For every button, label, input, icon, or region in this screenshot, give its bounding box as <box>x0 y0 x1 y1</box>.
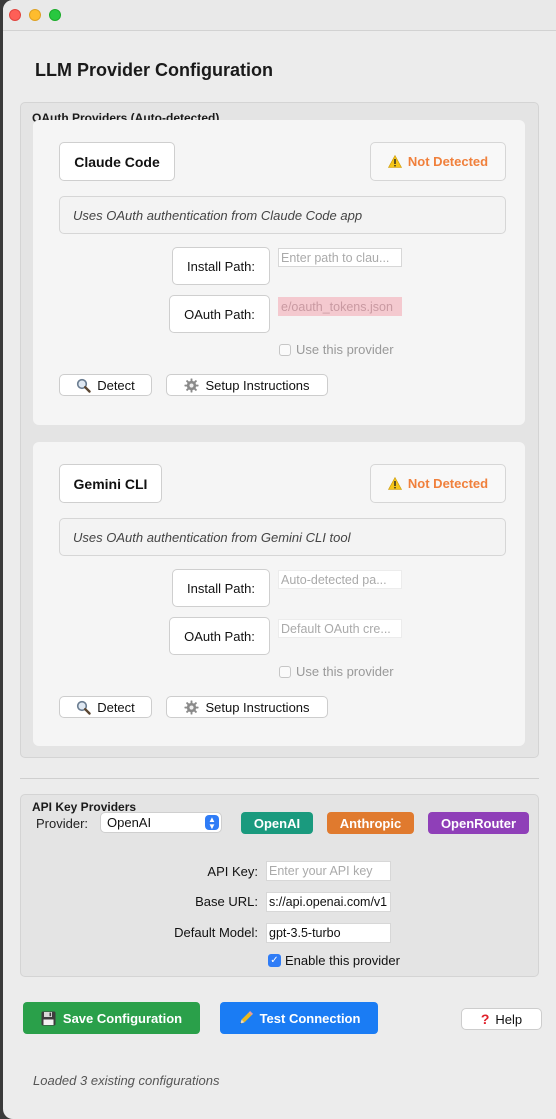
gemini-oauth-path-input[interactable]: Default OAuth cre... <box>278 619 402 638</box>
claude-name-label: Claude Code <box>59 142 175 181</box>
help-label: Help <box>495 1011 523 1027</box>
anthropic-quick-button[interactable]: Anthropic <box>327 812 414 834</box>
gear-icon <box>184 699 199 715</box>
minimize-window-button[interactable] <box>29 9 41 21</box>
test-connection-label: Test Connection <box>259 1010 361 1026</box>
enable-provider-checkbox[interactable]: ✓ <box>268 954 281 967</box>
question-mark-icon: ? <box>480 1011 490 1027</box>
save-configuration-label: Save Configuration <box>62 1010 183 1026</box>
gemini-use-provider-label: Use this provider <box>296 664 394 679</box>
gemini-status-text: Not Detected <box>407 476 489 491</box>
claude-oauth-path-label: OAuth Path: <box>169 295 270 333</box>
test-connection-button[interactable]: Test Connection <box>220 1002 378 1034</box>
claude-status-text: Not Detected <box>407 154 489 169</box>
gemini-setup-instructions-button[interactable]: Setup Instructions <box>166 696 328 718</box>
help-button[interactable]: ? Help <box>461 1008 542 1030</box>
api-key-label: API Key: <box>207 864 258 879</box>
claude-use-provider-label: Use this provider <box>296 342 394 357</box>
provider-label: Provider: <box>36 816 89 831</box>
default-model-label: Default Model: <box>174 925 258 940</box>
magnifier-icon <box>76 378 91 393</box>
claude-install-path-input[interactable]: Enter path to clau... <box>278 248 402 267</box>
gemini-install-path-input[interactable]: Auto-detected pa... <box>278 570 402 589</box>
claude-status-badge: Not Detected <box>370 142 506 181</box>
gemini-name-label: Gemini CLI <box>59 464 162 503</box>
claude-setup-label: Setup Instructions <box>205 377 310 393</box>
api-key-input[interactable]: Enter your API key <box>266 861 391 881</box>
gemini-oauth-path-label: OAuth Path: <box>169 617 270 655</box>
pencil-icon <box>238 1010 253 1026</box>
claude-detect-button[interactable]: Detect <box>59 374 152 396</box>
gemini-install-path-label: Install Path: <box>172 569 270 607</box>
gemini-detect-button[interactable]: Detect <box>59 696 152 718</box>
warning-icon <box>387 155 402 168</box>
claude-oauth-path-input[interactable]: e/oauth_tokens.json <box>278 297 402 316</box>
magnifier-icon <box>76 700 91 715</box>
enable-provider-label: Enable this provider <box>285 953 400 968</box>
page-title: LLM Provider Configuration <box>35 60 273 80</box>
save-configuration-button[interactable]: Save Configuration <box>23 1002 200 1034</box>
gemini-setup-label: Setup Instructions <box>205 699 310 715</box>
gear-icon <box>184 377 199 393</box>
gemini-detect-label: Detect <box>97 699 135 715</box>
gemini-description: Uses OAuth authentication from Gemini CL… <box>59 518 506 556</box>
gemini-use-provider-checkbox[interactable] <box>279 666 291 678</box>
base-url-input[interactable]: s://api.openai.com/v1 <box>266 892 391 912</box>
claude-install-path-label: Install Path: <box>172 247 270 285</box>
floppy-disk-icon <box>41 1011 56 1026</box>
openai-quick-button[interactable]: OpenAI <box>241 812 313 834</box>
title-bar <box>3 0 556 31</box>
close-window-button[interactable] <box>9 9 21 21</box>
openrouter-quick-button[interactable]: OpenRouter <box>428 812 529 834</box>
gemini-status-badge: Not Detected <box>370 464 506 503</box>
claude-description: Uses OAuth authentication from Claude Co… <box>59 196 506 234</box>
provider-select[interactable]: OpenAI ▲ ▼ <box>100 812 222 833</box>
claude-setup-instructions-button[interactable]: Setup Instructions <box>166 374 328 396</box>
status-message: Loaded 3 existing configurations <box>33 1073 220 1088</box>
chevron-up-down-icon: ▲ ▼ <box>205 815 219 830</box>
section-divider <box>20 778 539 779</box>
provider-select-value: OpenAI <box>107 815 152 830</box>
base-url-label: Base URL: <box>195 894 258 909</box>
warning-icon <box>387 477 402 490</box>
claude-detect-label: Detect <box>97 377 135 393</box>
maximize-window-button[interactable] <box>49 9 61 21</box>
default-model-input[interactable]: gpt-3.5-turbo <box>266 923 391 943</box>
claude-use-provider-checkbox[interactable] <box>279 344 291 356</box>
